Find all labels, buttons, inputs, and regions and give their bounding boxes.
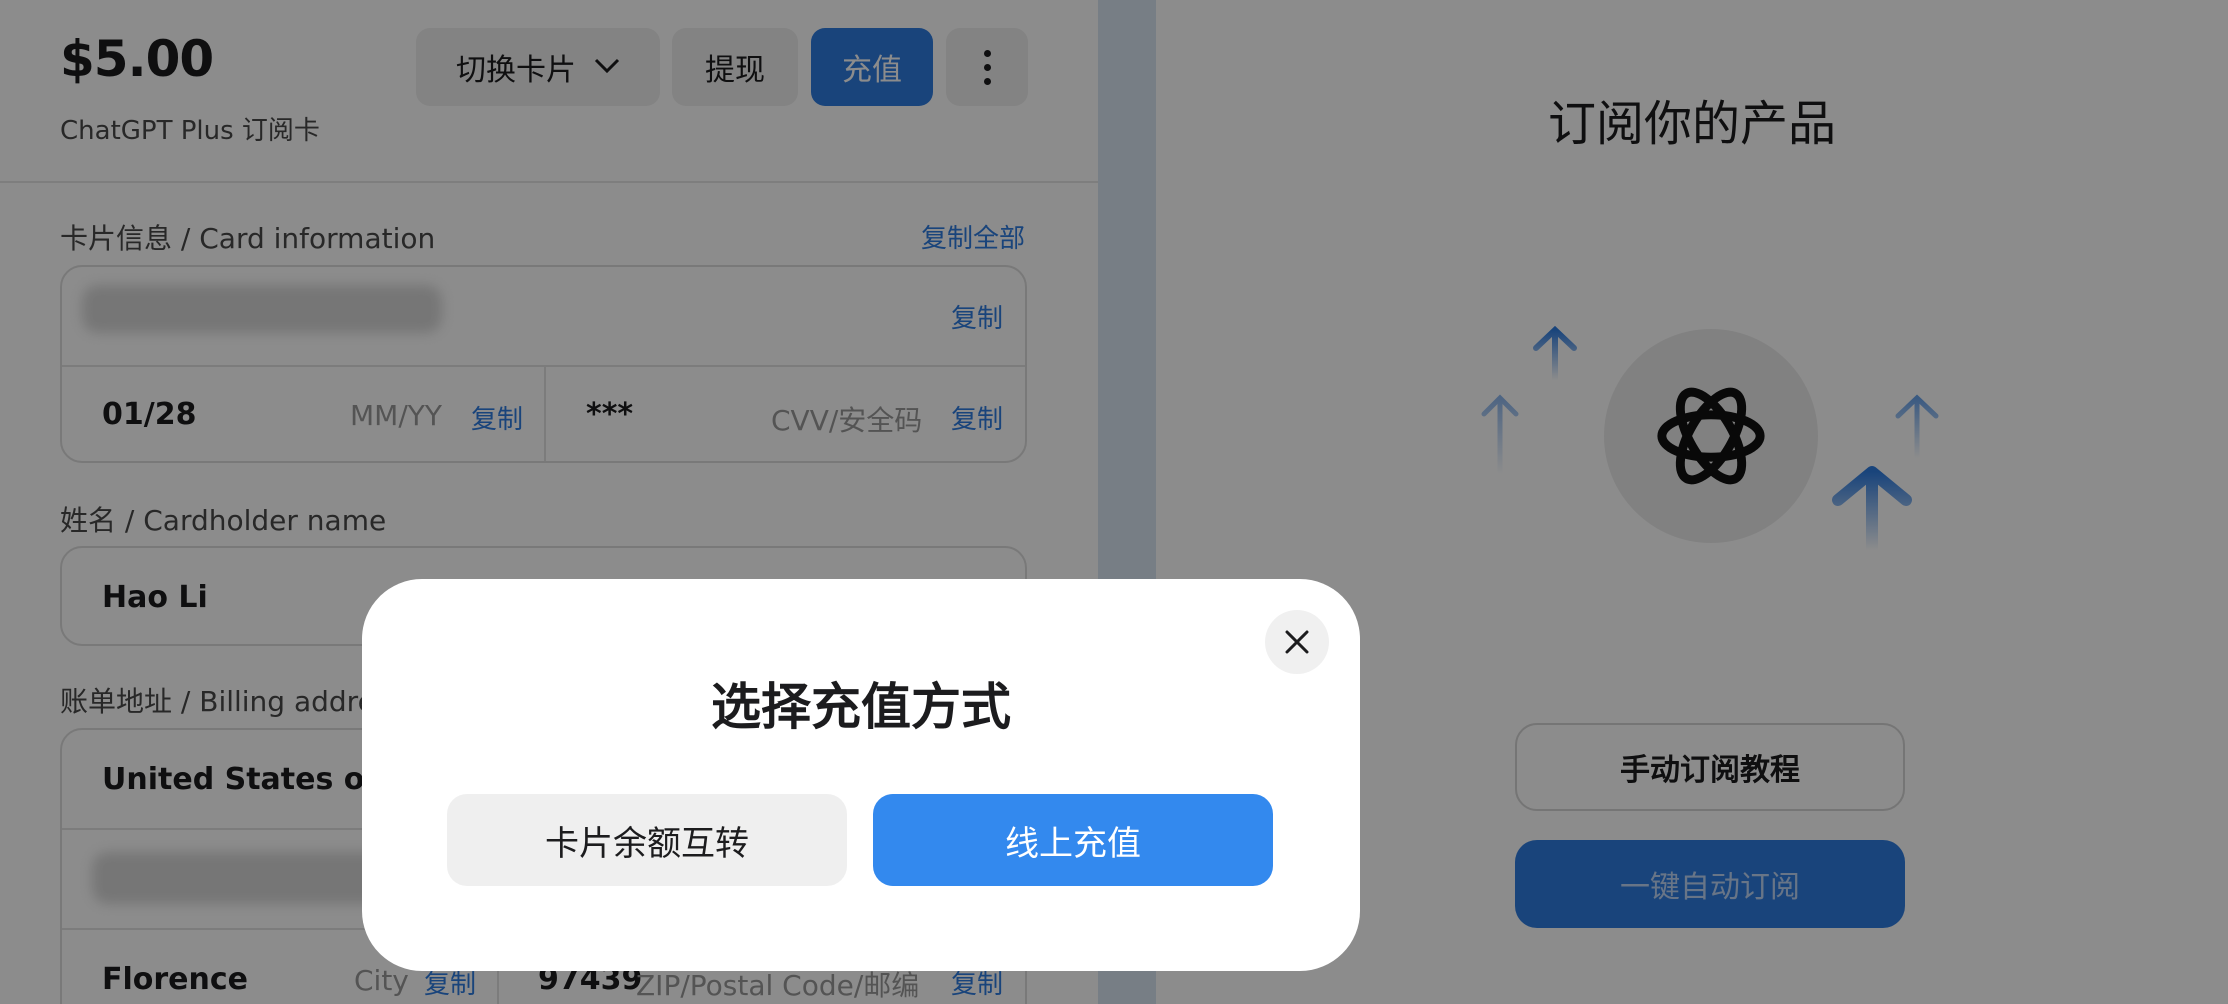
- close-icon: [1285, 630, 1309, 654]
- dialog-title: 选择充值方式: [711, 678, 1011, 736]
- card-balance-transfer-button[interactable]: 卡片余额互转: [447, 794, 847, 886]
- close-button[interactable]: [1265, 610, 1329, 674]
- online-recharge-button[interactable]: 线上充值: [873, 794, 1273, 886]
- recharge-method-dialog: 选择充值方式 卡片余额互转 线上充值: [362, 579, 1360, 971]
